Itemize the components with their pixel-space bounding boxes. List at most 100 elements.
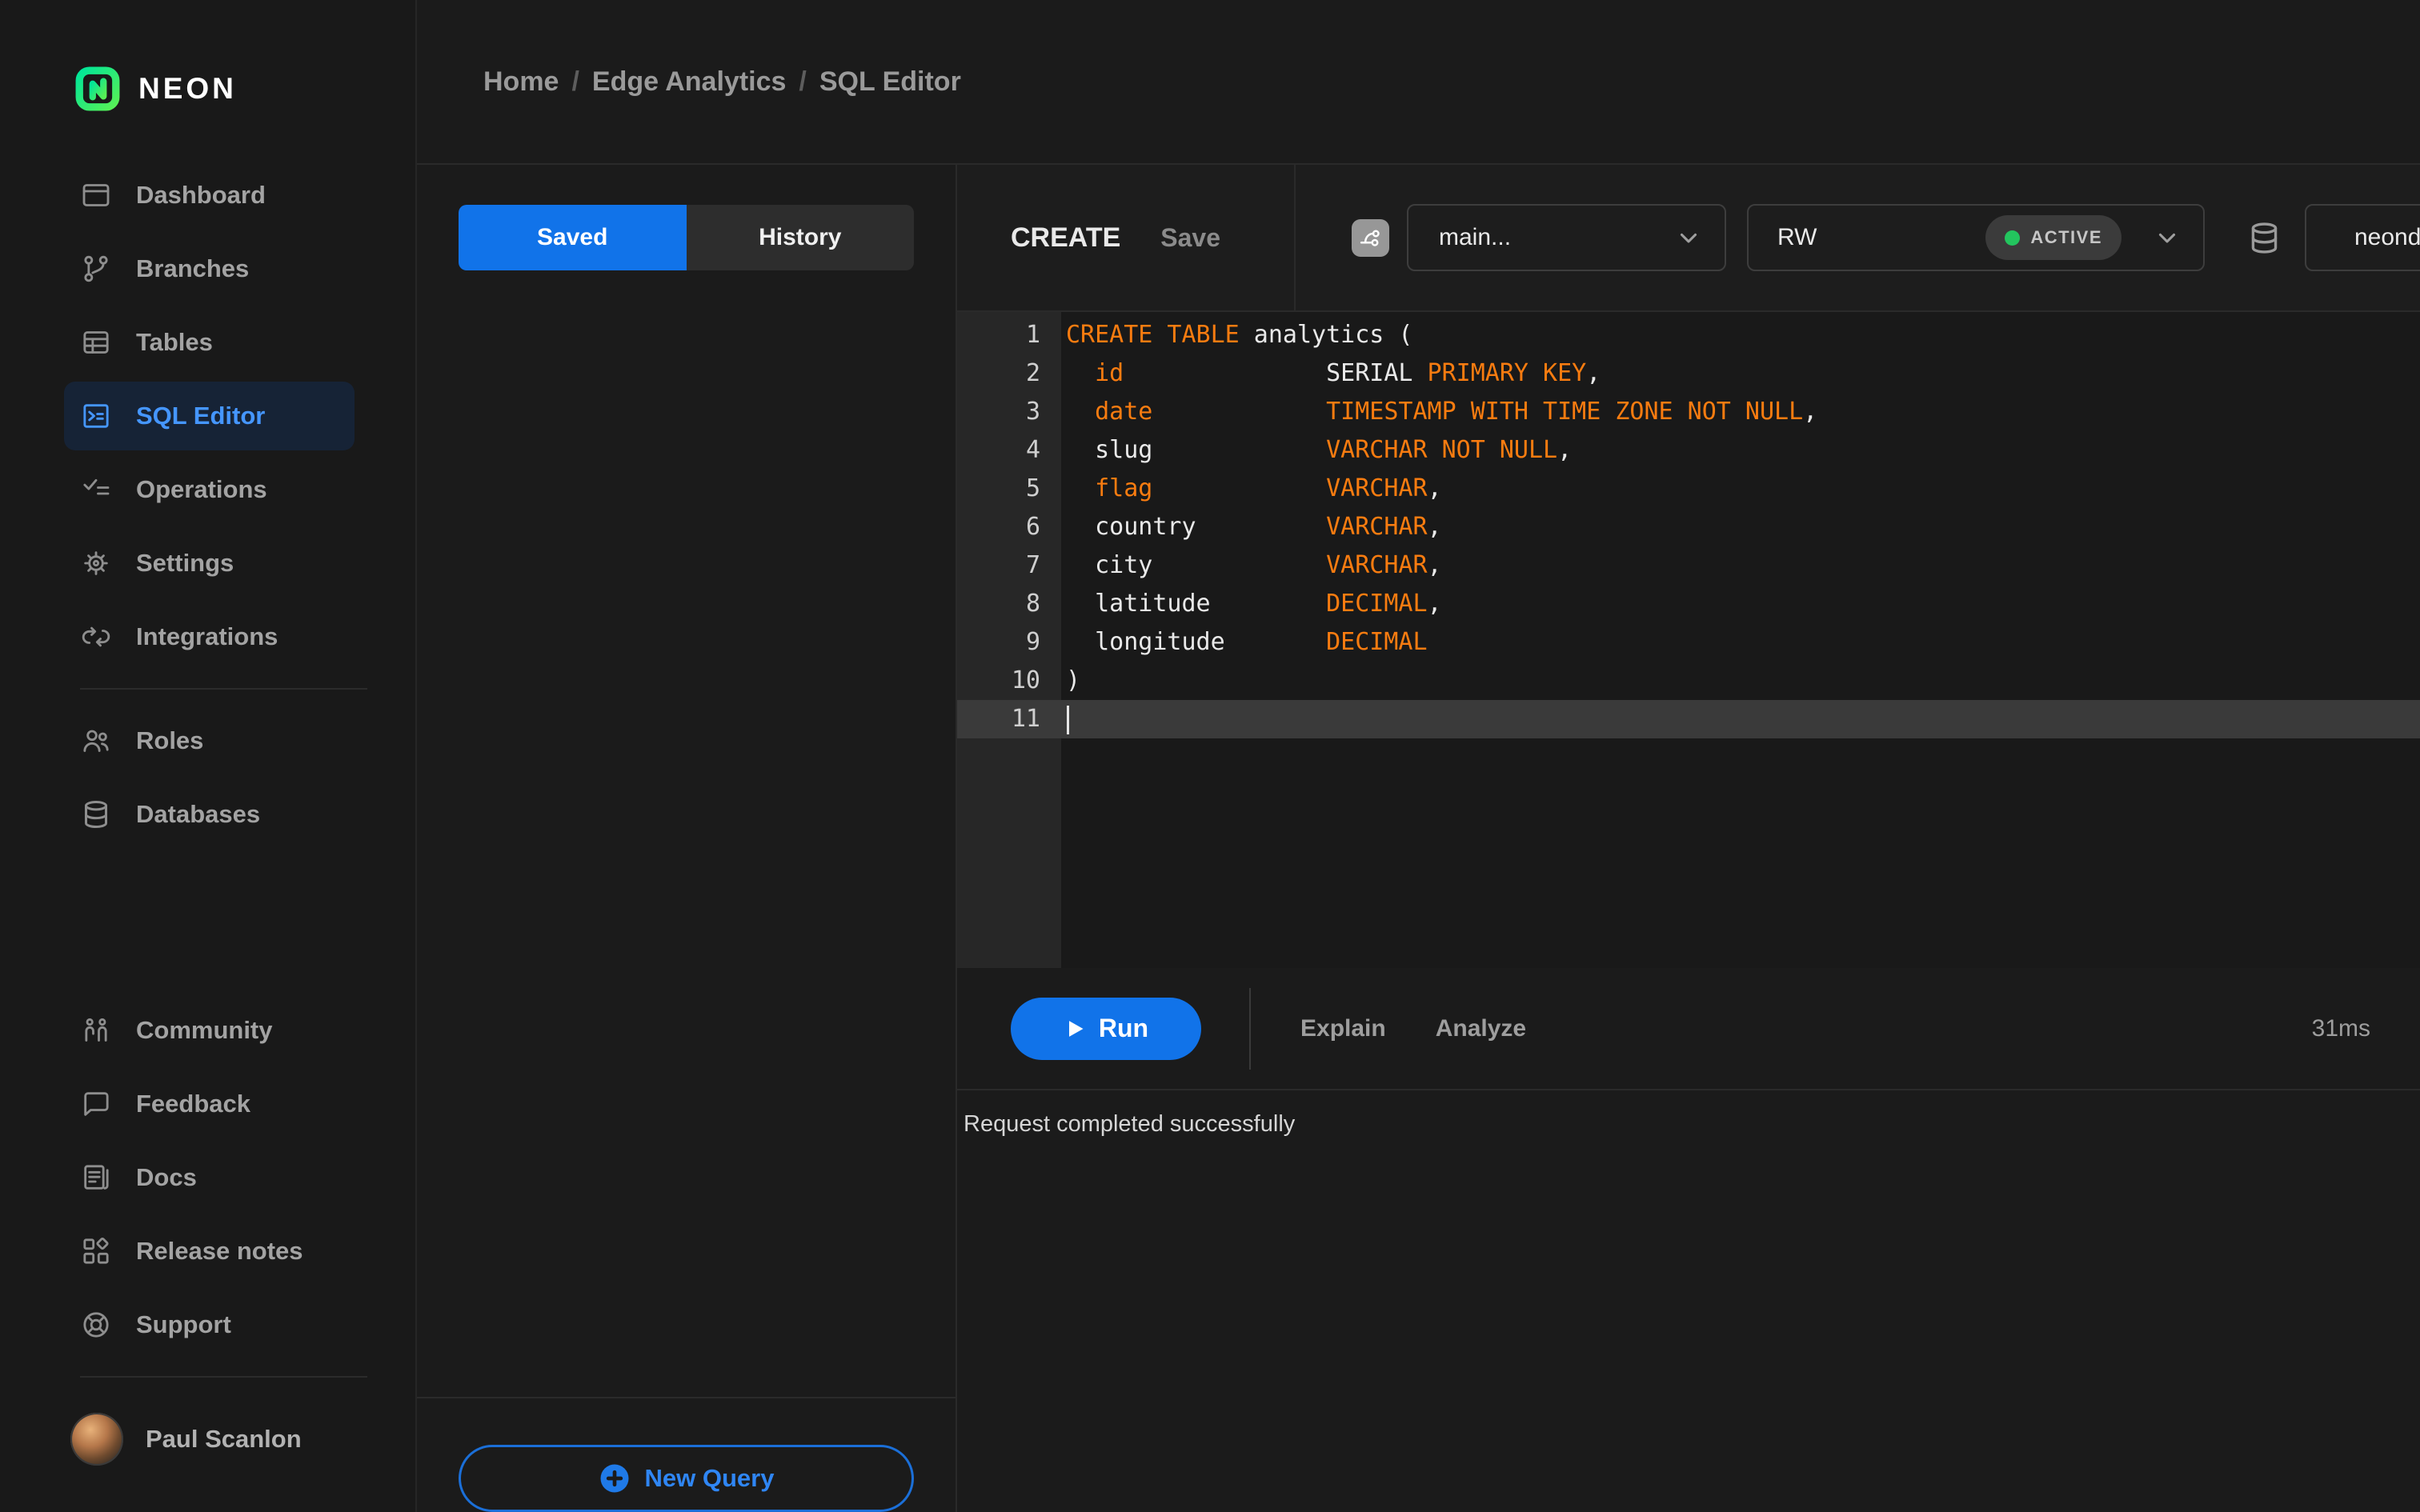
table-icon <box>80 326 112 358</box>
line-number: 5 <box>1025 474 1040 502</box>
code-line-3: 3 date TIMESTAMP WITH TIME ZONE NOT NULL… <box>957 393 2420 431</box>
sidebar-item-databases[interactable]: Databases <box>64 780 355 849</box>
database-select-value: neondb <box>2354 224 2420 250</box>
sidebar-item-roles[interactable]: Roles <box>64 706 355 775</box>
breadcrumb: Home / Edge Analytics / SQL Editor <box>417 0 2420 165</box>
sidebar-item-docs[interactable]: Docs <box>64 1143 355 1212</box>
sidebar-item-release-notes[interactable]: Release notes <box>64 1217 355 1286</box>
breadcrumb-item[interactable]: Home <box>483 66 559 98</box>
line-number: 9 <box>1025 628 1040 656</box>
run-button[interactable]: Run <box>1011 997 1201 1060</box>
branch-select[interactable]: main... <box>1407 204 1726 271</box>
line-number: 7 <box>1025 551 1040 579</box>
run-bar: Run Explain Analyze 31ms <box>957 968 2420 1090</box>
terminal-square-icon <box>80 400 112 432</box>
code-line-11: 11 <box>957 700 2420 738</box>
sidebar-item-integrations[interactable]: Integrations <box>64 602 355 671</box>
dashboard-icon <box>80 179 112 211</box>
analyze-button[interactable]: Analyze <box>1436 1015 1526 1042</box>
editor-column: CREATE Save main... RW ACTIVE neond 1 CR… <box>957 165 2420 1512</box>
code-text: flag VARCHAR, <box>1095 474 1442 502</box>
play-icon <box>1064 1018 1086 1040</box>
toolbar-divider <box>1294 165 1296 310</box>
breadcrumb-item[interactable]: Edge Analytics <box>592 66 786 98</box>
compute-status-label: ACTIVE <box>2030 227 2102 247</box>
code-text <box>1061 700 1069 738</box>
code-line-6: 6 country VARCHAR, <box>957 508 2420 546</box>
neon-logo-icon <box>74 66 121 112</box>
explain-button[interactable]: Explain <box>1300 1015 1386 1042</box>
breadcrumb-separator: / <box>799 66 807 97</box>
branch-select-value: main... <box>1439 224 1512 250</box>
code-text: country VARCHAR, <box>1066 513 1442 541</box>
plus-circle-icon <box>599 1462 631 1494</box>
user-menu[interactable]: Paul Scanlon <box>70 1413 383 1466</box>
git-merge-icon <box>1359 226 1383 250</box>
tab-history[interactable]: History <box>686 205 914 270</box>
line-number: 1 <box>1025 321 1040 349</box>
run-label: Run <box>1098 1014 1149 1042</box>
query-tab-create[interactable]: CREATE <box>1011 222 1120 254</box>
run-bar-divider <box>1249 987 1251 1070</box>
sql-code-editor[interactable]: 1 CREATE TABLE analytics (2 id SERIAL PRI… <box>957 312 2420 968</box>
resources-nav: Community Feedback Docs Release notes Suppor… <box>0 994 415 1362</box>
tab-saved[interactable]: Saved <box>459 205 687 270</box>
sidebar-item-feedback[interactable]: Feedback <box>64 1070 355 1138</box>
sidebar-item-settings[interactable]: Settings <box>64 529 355 598</box>
new-query-button[interactable]: New Query <box>459 1445 914 1512</box>
sidebar-item-support[interactable]: Support <box>64 1290 355 1359</box>
sidebar-item-label: SQL Editor <box>136 402 266 430</box>
code-text: city VARCHAR, <box>1066 551 1442 579</box>
gear-icon <box>80 547 112 579</box>
sidebar-item-operations[interactable]: Operations <box>64 455 355 524</box>
code-line-4: 4 slug VARCHAR NOT NULL, <box>957 431 2420 470</box>
breadcrumb-separator: / <box>571 66 579 97</box>
code-text: ) <box>1066 666 1081 694</box>
sidebar-item-dashboard[interactable]: Dashboard <box>64 161 355 230</box>
database-icon <box>2246 220 2282 256</box>
community-icon <box>80 1014 112 1046</box>
queries-list <box>417 270 956 1397</box>
sidebar-item-label: Docs <box>136 1163 197 1191</box>
code-line-10: 10) <box>957 662 2420 700</box>
sidebar-item-label: Branches <box>136 254 250 282</box>
save-button[interactable]: Save <box>1160 223 1220 253</box>
sidebar-item-label: Dashboard <box>136 181 266 209</box>
sidebar-item-label: Roles <box>136 726 204 754</box>
sidebar-item-tables[interactable]: Tables <box>64 308 355 377</box>
release-notes-icon <box>80 1235 112 1267</box>
code-line-9: 9 longitude DECIMAL <box>957 623 2420 662</box>
line-number: 10 <box>1011 666 1040 694</box>
database-select[interactable]: neondb <box>2305 204 2420 271</box>
compute-status-badge: ACTIVE <box>1985 215 2122 260</box>
sidebar-divider-bottom <box>80 1376 367 1378</box>
avatar <box>70 1413 123 1466</box>
queries-panel: Saved History New Query <box>417 165 957 1512</box>
docs-icon <box>80 1162 112 1194</box>
code-text: id SERIAL PRIMARY KEY, <box>1095 359 1601 387</box>
brand-logo[interactable]: NEON <box>0 0 415 112</box>
new-query-label: New Query <box>644 1464 775 1492</box>
app-root: NEON Dashboard Branches Tables SQL Editor Op… <box>0 0 2420 1512</box>
code-text: CREATE TABLE analytics ( <box>1066 321 1413 349</box>
code-text: slug VARCHAR NOT NULL, <box>1066 436 1573 464</box>
users-icon <box>80 725 112 757</box>
breadcrumb-item[interactable]: SQL Editor <box>819 66 961 98</box>
chevron-down-icon <box>2154 224 2181 251</box>
life-buoy-icon <box>80 1309 112 1341</box>
query-duration: 31ms <box>2311 1014 2370 1042</box>
database-icon <box>80 798 112 830</box>
compute-select[interactable]: RW ACTIVE <box>1747 204 2205 271</box>
content: Saved History New Query CREATE Save main… <box>417 165 2420 1512</box>
branch-compare-button[interactable] <box>1352 218 1389 257</box>
sidebar-item-label: Integrations <box>136 622 278 650</box>
data-nav: Roles Databases <box>0 704 415 851</box>
sidebar-item-sql-editor[interactable]: SQL Editor <box>64 382 355 450</box>
sidebar-item-label: Support <box>136 1310 231 1338</box>
queries-panel-footer: New Query <box>417 1397 956 1512</box>
active-status-dot <box>2005 230 2021 246</box>
sidebar-item-label: Settings <box>136 549 234 577</box>
sidebar-item-branches[interactable]: Branches <box>64 234 355 303</box>
sidebar-item-community[interactable]: Community <box>64 996 355 1065</box>
